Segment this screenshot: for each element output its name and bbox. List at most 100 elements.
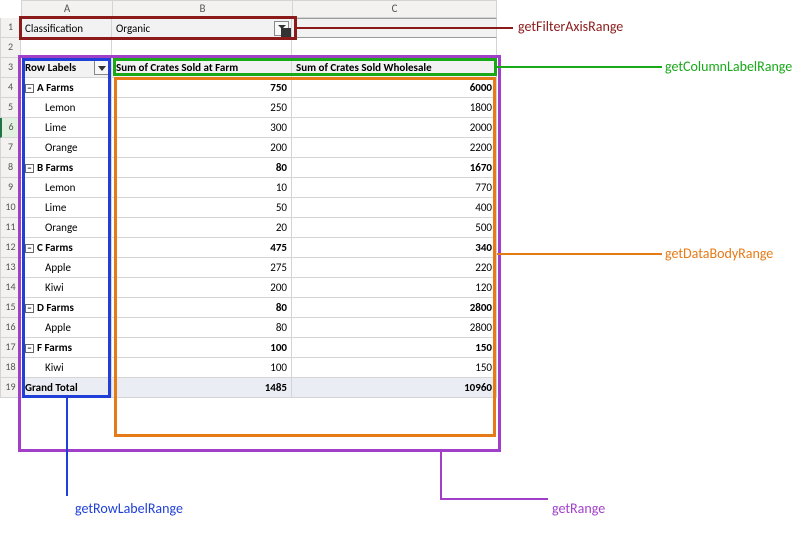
data-cell: 6000 xyxy=(292,78,497,98)
leader-line xyxy=(440,452,442,500)
data-cell: 750 xyxy=(112,78,292,98)
data-cell: 300 xyxy=(112,118,292,138)
annotation-get-range: getRange xyxy=(552,500,605,517)
item-row-label: Kiwi xyxy=(21,358,112,378)
row-header-9[interactable]: 9 xyxy=(0,178,21,198)
grand-total-value: 1485 xyxy=(112,378,292,398)
column-header-sold-wholesale: Sum of Crates Sold Wholesale xyxy=(292,58,497,78)
row-header-10[interactable]: 10 xyxy=(0,198,21,218)
grand-total-value: 10960 xyxy=(292,378,497,398)
table-row: Grand Total148510960 xyxy=(21,378,497,398)
column-header-a[interactable]: A xyxy=(21,0,112,18)
item-row-label: Apple xyxy=(21,258,112,278)
row-header-4[interactable]: 4 xyxy=(0,78,21,98)
row-header-7[interactable]: 7 xyxy=(0,138,21,158)
collapse-icon[interactable]: − xyxy=(25,164,34,173)
data-cell: 770 xyxy=(292,178,497,198)
leader-line xyxy=(66,398,68,496)
data-cell: 10 xyxy=(112,178,292,198)
group-row-label[interactable]: −D Farms xyxy=(21,298,112,318)
data-cell: 20 xyxy=(112,218,292,238)
row-header-11[interactable]: 11 xyxy=(0,218,21,238)
data-cell: 200 xyxy=(112,138,292,158)
group-row-label[interactable]: −B Farms xyxy=(21,158,112,178)
annotation-column-label: getColumnLabelRange xyxy=(665,58,792,75)
table-row: Lemon10770 xyxy=(21,178,497,198)
item-row-label: Orange xyxy=(21,138,112,158)
group-row-label[interactable]: −F Farms xyxy=(21,338,112,358)
row-header-strip: 12345678910111213141516171819 xyxy=(0,18,21,398)
data-cell: 150 xyxy=(292,358,497,378)
row-header-12[interactable]: 12 xyxy=(0,238,21,258)
row-header-8[interactable]: 8 xyxy=(0,158,21,178)
data-cell: 2000 xyxy=(292,118,497,138)
row-labels-header[interactable]: Row Labels xyxy=(21,58,112,78)
empty-cell xyxy=(292,38,497,58)
table-row: Lemon2501800 xyxy=(21,98,497,118)
table-row: Lime3002000 xyxy=(21,118,497,138)
table-row: Kiwi100150 xyxy=(21,358,497,378)
data-cell: 80 xyxy=(112,318,292,338)
item-row-label: Lime xyxy=(21,198,112,218)
data-cell: 150 xyxy=(292,338,497,358)
group-row-label[interactable]: −A Farms xyxy=(21,78,112,98)
row-labels-dropdown-icon[interactable] xyxy=(94,60,109,75)
row-header-17[interactable]: 17 xyxy=(0,338,21,358)
grand-total-label: Grand Total xyxy=(21,378,112,398)
row-header-2[interactable]: 2 xyxy=(0,38,21,58)
row-header-15[interactable]: 15 xyxy=(0,298,21,318)
table-row: −F Farms100150 xyxy=(21,338,497,358)
table-row: Lime50400 xyxy=(21,198,497,218)
data-cell: 340 xyxy=(292,238,497,258)
table-row: −C Farms475340 xyxy=(21,238,497,258)
row-header-5[interactable]: 5 xyxy=(0,98,21,118)
row-header-18[interactable]: 18 xyxy=(0,358,21,378)
grid-area: ClassificationOrganicRow LabelsSum of Cr… xyxy=(21,18,497,398)
data-cell: 2800 xyxy=(292,298,497,318)
row-header-3[interactable]: 3 xyxy=(0,58,21,78)
column-header-sold-farm: Sum of Crates Sold at Farm xyxy=(112,58,292,78)
data-cell: 120 xyxy=(292,278,497,298)
data-cell: 80 xyxy=(112,298,292,318)
filter-dropdown-icon[interactable] xyxy=(274,21,289,36)
row-header-13[interactable]: 13 xyxy=(0,258,21,278)
empty-cell xyxy=(21,38,112,58)
row-header-19[interactable]: 19 xyxy=(0,378,21,398)
data-cell: 1800 xyxy=(292,98,497,118)
table-row: ClassificationOrganic xyxy=(21,18,497,38)
data-cell: 475 xyxy=(112,238,292,258)
row-header-1[interactable]: 1 xyxy=(0,18,21,38)
collapse-icon[interactable]: − xyxy=(25,344,34,353)
annotation-row-label: getRowLabelRange xyxy=(75,500,183,517)
table-row: Kiwi200120 xyxy=(21,278,497,298)
item-row-label: Orange xyxy=(21,218,112,238)
column-header-b[interactable]: B xyxy=(112,0,292,18)
data-cell: 500 xyxy=(292,218,497,238)
table-row: −A Farms7506000 xyxy=(21,78,497,98)
filter-value-cell[interactable]: Organic xyxy=(112,18,292,38)
table-row: Apple802800 xyxy=(21,318,497,338)
leader-line xyxy=(440,498,548,500)
table-row: Row LabelsSum of Crates Sold at FarmSum … xyxy=(21,58,497,78)
row-header-14[interactable]: 14 xyxy=(0,278,21,298)
item-row-label: Kiwi xyxy=(21,278,112,298)
item-row-label: Lemon xyxy=(21,178,112,198)
collapse-icon[interactable]: − xyxy=(25,244,34,253)
row-header-6[interactable]: 6 xyxy=(0,118,21,138)
data-cell: 250 xyxy=(112,98,292,118)
item-row-label: Lime xyxy=(21,118,112,138)
collapse-icon[interactable]: − xyxy=(25,84,34,93)
column-header-c[interactable]: C xyxy=(292,0,497,18)
collapse-icon[interactable]: − xyxy=(25,304,34,313)
filter-field-label: Classification xyxy=(21,18,112,38)
group-row-label[interactable]: −C Farms xyxy=(21,238,112,258)
data-cell: 100 xyxy=(112,358,292,378)
spreadsheet: A B C 12345678910111213141516171819 Clas… xyxy=(0,0,497,18)
table-row: Orange2002200 xyxy=(21,138,497,158)
item-row-label: Apple xyxy=(21,318,112,338)
column-header-row: A B C xyxy=(0,0,497,18)
item-row-label: Lemon xyxy=(21,98,112,118)
data-cell: 2200 xyxy=(292,138,497,158)
row-header-16[interactable]: 16 xyxy=(0,318,21,338)
table-row xyxy=(21,38,497,58)
